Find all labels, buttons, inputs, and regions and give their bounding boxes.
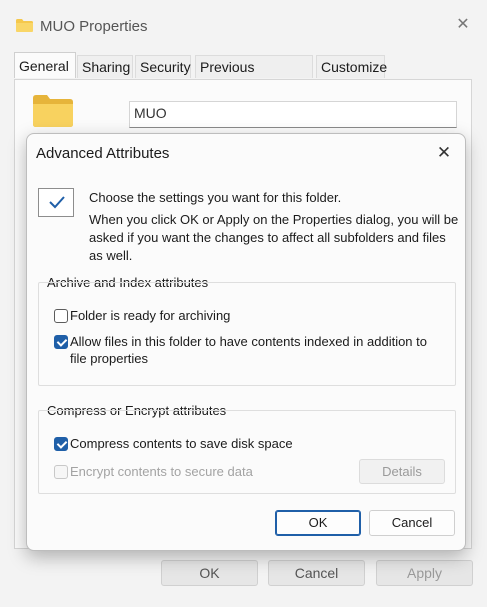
tab-sharing[interactable]: Sharing: [77, 55, 133, 78]
ok-button[interactable]: OK: [161, 560, 258, 586]
title-bar: MUO Properties ✕: [0, 0, 487, 44]
ok-button[interactable]: OK: [275, 510, 361, 536]
details-button[interactable]: Details: [359, 459, 445, 484]
folder-icon: [33, 95, 73, 127]
archive-checkbox[interactable]: [54, 309, 68, 323]
tab-previous-versions[interactable]: Previous Versions: [195, 55, 313, 98]
apply-button[interactable]: Apply: [376, 560, 473, 586]
checkmark-icon: [49, 196, 65, 209]
tab-general[interactable]: General: [14, 52, 76, 78]
index-checkbox[interactable]: [54, 335, 68, 349]
dialog-title: Advanced Attributes: [36, 145, 170, 162]
close-icon[interactable]: ✕: [455, 17, 471, 33]
cancel-button[interactable]: Cancel: [268, 560, 365, 586]
tab-security[interactable]: Security: [135, 55, 191, 78]
folder-icon: [16, 19, 33, 32]
close-icon[interactable]: ✕: [435, 144, 453, 162]
encrypt-label: Encrypt contents to secure data: [70, 464, 253, 479]
index-label: Allow files in this folder to have conte…: [70, 334, 427, 366]
advanced-attributes-dialog: Advanced Attributes ✕ Choose the setting…: [26, 133, 466, 551]
settings-check-icon: [38, 188, 74, 217]
intro-text: Choose the settings you want for this fo…: [89, 190, 342, 205]
window-title: MUO Properties: [40, 18, 148, 35]
folder-name-input[interactable]: MUO: [129, 101, 457, 128]
archive-label: Folder is ready for archiving: [70, 308, 231, 323]
encrypt-checkbox[interactable]: [54, 465, 68, 479]
tab-customize[interactable]: Customize: [316, 55, 387, 78]
compress-label: Compress contents to save disk space: [70, 436, 293, 451]
intro-note: When you click OK or Apply on the Proper…: [89, 212, 459, 263]
cancel-button[interactable]: Cancel: [369, 510, 455, 536]
compress-checkbox[interactable]: [54, 437, 68, 451]
